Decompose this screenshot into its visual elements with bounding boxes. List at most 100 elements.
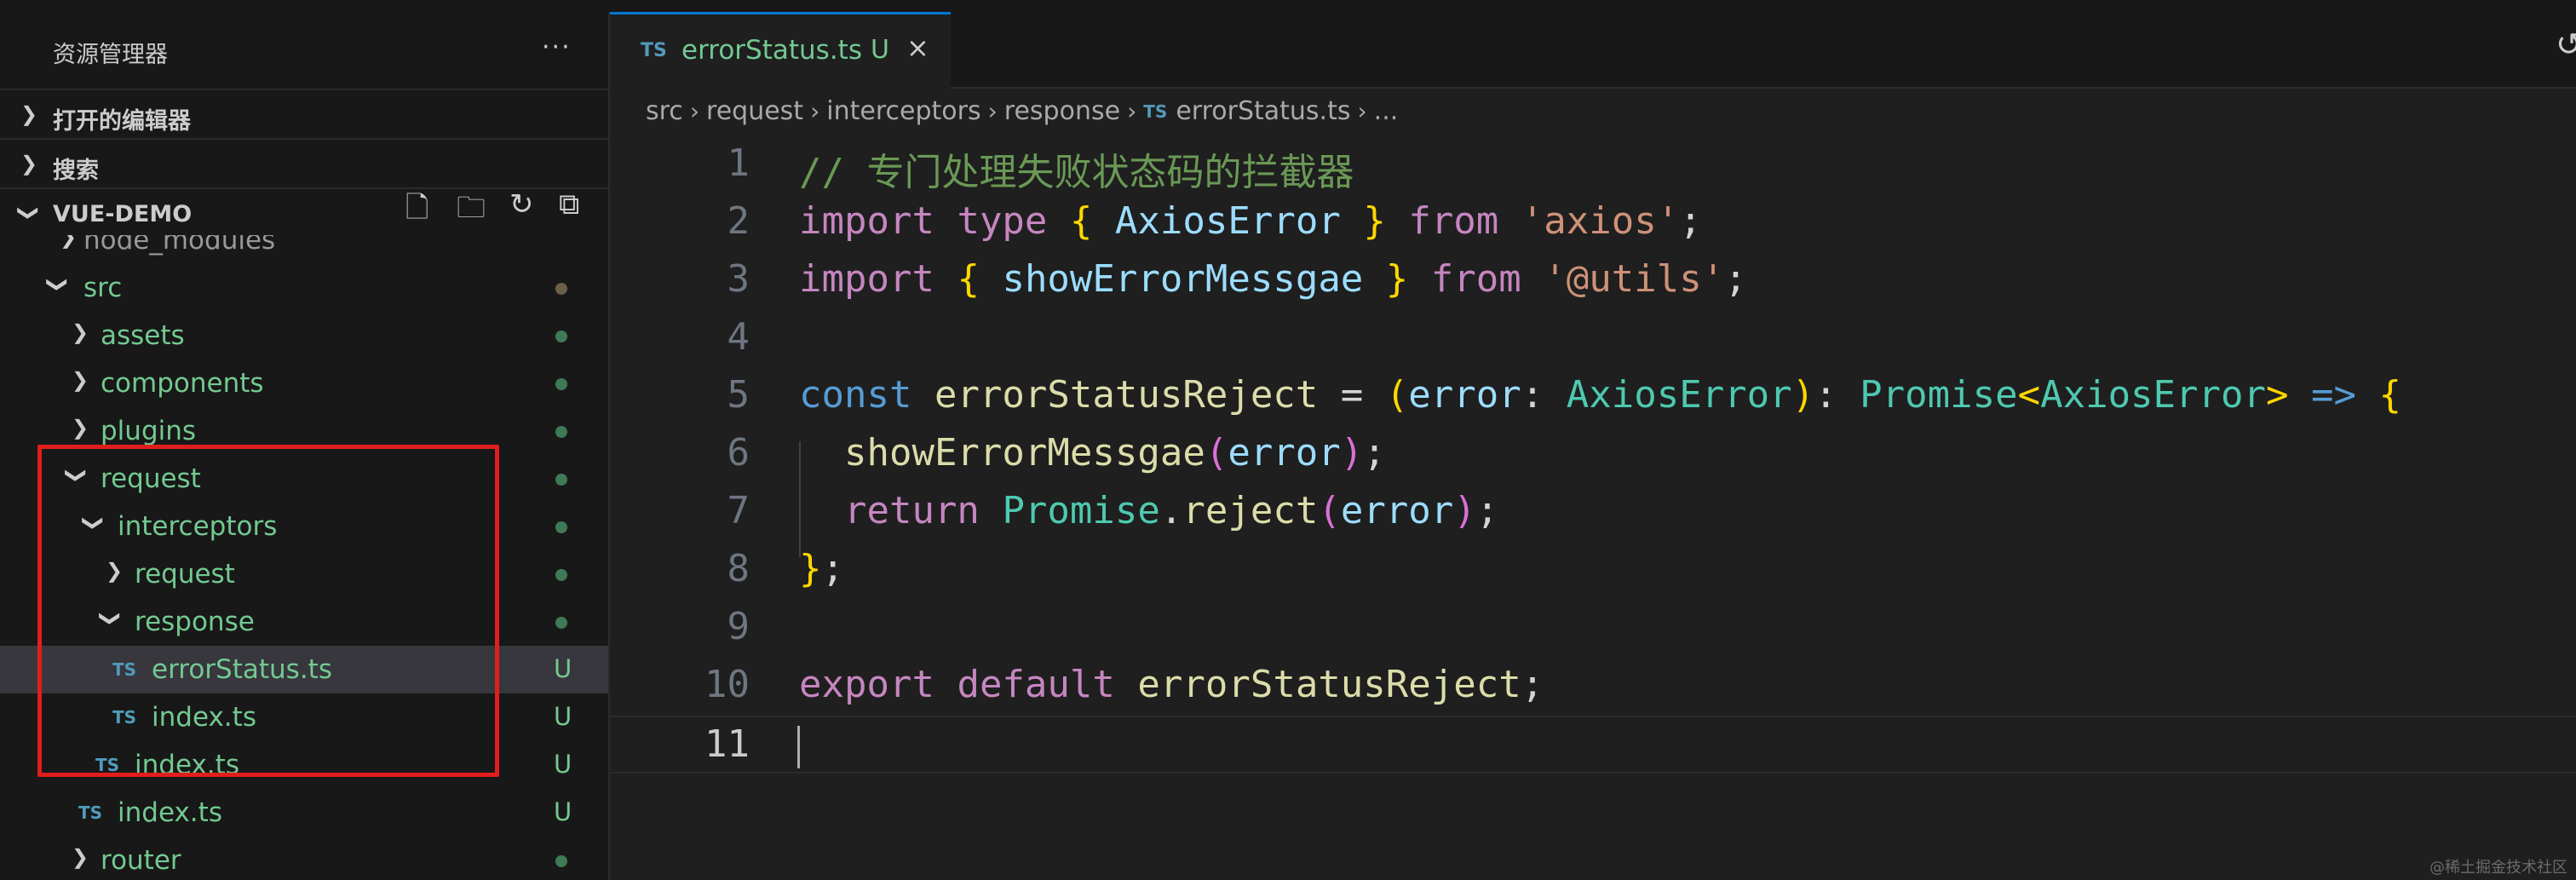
untracked-status-badge: U — [554, 750, 572, 779]
line-number: 4 — [727, 315, 750, 359]
chevron-right-icon: › — [810, 97, 820, 125]
tree-item-assets[interactable]: ❯ assets — [0, 312, 608, 359]
code-text: import { showErrorMessgae } from '@utils… — [799, 257, 1747, 301]
watermark: @稀土掘金技术社区 — [2429, 859, 2567, 877]
modified-dot-icon — [555, 283, 567, 295]
explorer-title: 资源管理器 — [53, 42, 168, 68]
code-line[interactable]: 3 import { showErrorMessgae } from '@uti… — [610, 252, 2576, 310]
code-line[interactable]: 4 — [610, 310, 2576, 368]
untracked-status-badge: U — [554, 797, 572, 826]
code-text: const errorStatusReject = (error: AxiosE… — [799, 373, 2401, 417]
code-text: showErrorMessgae(error); — [843, 431, 1386, 475]
untracked-dot-icon — [555, 378, 567, 390]
divider — [0, 138, 608, 140]
tab-label: errorStatus.ts — [681, 35, 862, 66]
untracked-status-badge: U — [871, 35, 889, 65]
untracked-dot-icon — [555, 855, 567, 867]
code-line[interactable]: 5 const errorStatusReject = (error: Axio… — [610, 368, 2576, 426]
line-number: 6 — [727, 431, 750, 475]
editor-tab-bar: TS errorStatus.ts U × — [610, 12, 2576, 89]
breadcrumb-item[interactable]: interceptors — [826, 96, 980, 126]
code-line[interactable]: 1 // 专门处理失败状态码的拦截器 — [610, 136, 2576, 194]
section-label: 搜索 — [53, 158, 99, 184]
chevron-right-icon: ❯ — [20, 152, 38, 175]
line-number: 9 — [727, 605, 750, 648]
refresh-explorer-icon[interactable]: ↻ — [509, 187, 534, 221]
code-text: export default errorStatusReject; — [799, 663, 1544, 706]
chevron-right-icon: ❯ — [72, 845, 89, 869]
chevron-right-icon: ❯ — [20, 102, 38, 126]
chevron-right-icon: ❯ — [72, 368, 89, 392]
breadcrumb-item[interactable]: request — [706, 96, 803, 126]
breadcrumb: src › request › interceptors › response › TS erro… — [646, 95, 1398, 133]
code-line[interactable]: 9 — [610, 600, 2576, 658]
section-open-editors[interactable]: ❯ 打开的编辑器 — [0, 92, 608, 140]
line-number: 5 — [727, 373, 750, 417]
tree-item-label: src — [83, 273, 123, 303]
new-folder-icon[interactable]: 🗀 — [457, 187, 486, 236]
tree-item-router[interactable]: ❯ router — [0, 837, 608, 880]
untracked-status-badge: U — [554, 654, 572, 683]
tree-item-label: assets — [101, 320, 185, 351]
code-text: import type { AxiosError } from 'axios'; — [799, 199, 1702, 243]
chevron-right-icon: › — [1357, 97, 1367, 125]
code-text: }; — [799, 547, 844, 590]
untracked-dot-icon — [555, 521, 567, 533]
line-number: 3 — [727, 257, 750, 301]
chevron-right-icon: › — [1127, 97, 1137, 125]
line-number: 10 — [704, 663, 750, 706]
more-actions-icon[interactable]: ··· — [542, 32, 572, 62]
chevron-right-icon: › — [689, 97, 700, 125]
untracked-dot-icon — [555, 474, 567, 486]
untracked-dot-icon — [555, 617, 567, 629]
typescript-file-icon: TS — [1143, 101, 1168, 122]
revert-icon[interactable]: ↺ — [2556, 26, 2576, 63]
code-line[interactable]: 6 showErrorMessgae(error); — [610, 426, 2576, 484]
chevron-down-icon: ❯ — [17, 204, 42, 222]
chevron-right-icon: ❯ — [72, 320, 89, 344]
tree-item-label: plugins — [101, 416, 197, 446]
tree-item-label: index.ts — [118, 797, 222, 828]
line-number: 11 — [704, 722, 750, 766]
tab-errorstatus-ts[interactable]: TS errorStatus.ts U × — [610, 12, 951, 89]
untracked-dot-icon — [555, 426, 567, 438]
code-text: return Promise.reject(error); — [843, 489, 1499, 532]
section-search[interactable]: ❯ 搜索 — [0, 141, 608, 189]
section-label: 打开的编辑器 — [53, 108, 191, 135]
breadcrumb-item[interactable]: ... — [1374, 96, 1399, 126]
breadcrumb-item[interactable]: src — [646, 96, 683, 126]
tree-item-label: node_modules — [83, 235, 276, 256]
code-editor[interactable]: 1 // 专门处理失败状态码的拦截器 2 import type { Axios… — [610, 136, 2576, 880]
code-line[interactable]: 8 }; — [610, 542, 2576, 600]
highlight-box — [37, 445, 499, 777]
close-icon[interactable]: × — [906, 32, 929, 64]
divider — [0, 89, 608, 90]
tree-item-request-index-ts[interactable]: TS index.ts U — [0, 789, 608, 837]
untracked-dot-icon — [555, 569, 567, 581]
chevron-right-icon: › — [987, 97, 998, 125]
chevron-down-icon: ❯ — [46, 275, 71, 294]
code-line[interactable]: 2 import type { AxiosError } from 'axios… — [610, 194, 2576, 252]
line-number: 7 — [727, 489, 750, 532]
collapse-all-icon[interactable]: ⧉ — [559, 187, 579, 221]
new-file-icon[interactable]: 🗋 — [405, 187, 428, 236]
code-line[interactable]: 10 export default errorStatusReject; — [610, 658, 2576, 716]
untracked-status-badge: U — [554, 702, 572, 731]
tree-item-label: components — [101, 368, 264, 399]
breadcrumb-item[interactable]: response — [1004, 96, 1120, 126]
code-line-current[interactable]: 11 — [610, 716, 2576, 774]
line-number: 2 — [727, 199, 750, 243]
line-number: 1 — [727, 141, 750, 185]
code-line[interactable]: 7 return Promise.reject(error); — [610, 484, 2576, 542]
chevron-right-icon: ❯ — [72, 416, 89, 440]
code-text: // 专门处理失败状态码的拦截器 — [799, 151, 1354, 194]
typescript-file-icon: TS — [78, 802, 103, 823]
line-number: 8 — [727, 547, 750, 590]
typescript-file-icon: TS — [641, 40, 667, 61]
tree-item-node-modules[interactable]: ❯ node_modules — [0, 235, 608, 264]
breadcrumb-item[interactable]: errorStatus.ts — [1176, 96, 1350, 126]
chevron-right-icon: ❯ — [60, 235, 78, 249]
tree-item-components[interactable]: ❯ components — [0, 359, 608, 407]
title-strip — [0, 0, 2576, 12]
tree-item-src[interactable]: ❯ src — [0, 264, 608, 312]
